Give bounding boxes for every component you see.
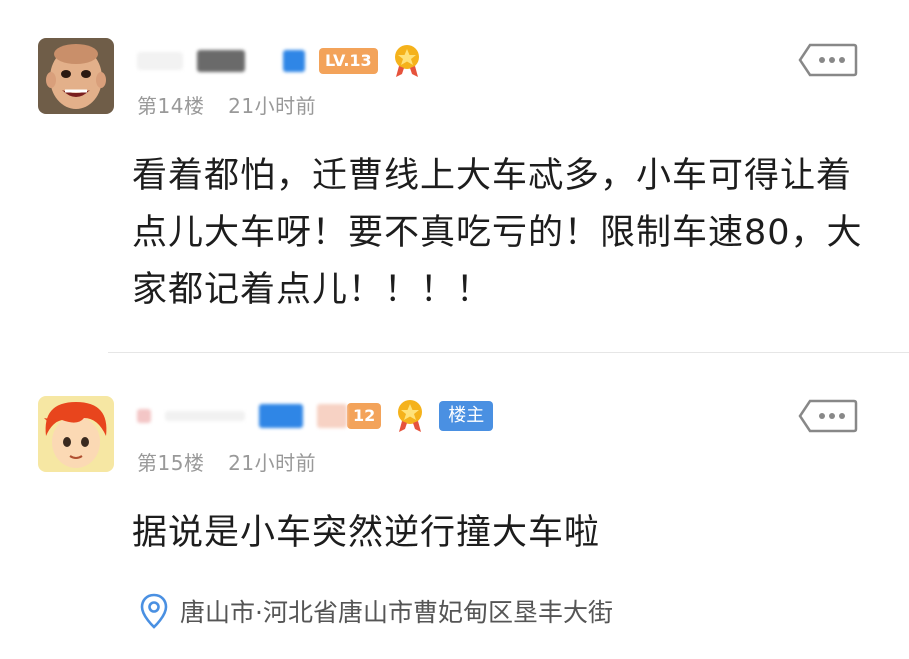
username-redacted[interactable] [137, 52, 183, 70]
post-meta: 第15楼 21小时前 [137, 447, 316, 476]
post-time: 21小时前 [228, 451, 317, 475]
more-icon [798, 43, 858, 77]
post-meta: 第14楼 21小时前 [137, 90, 316, 119]
avatar[interactable] [38, 38, 114, 114]
post-time: 21小时前 [228, 94, 317, 118]
avatar[interactable] [38, 396, 114, 472]
more-options-button[interactable] [798, 43, 858, 77]
location-text: 唐山市·河北省唐山市曹妃甸区垦丰大街 [180, 598, 613, 627]
comment-text: 据说是小车突然逆行撞大车啦 [132, 513, 601, 553]
username-redacted[interactable] [317, 404, 347, 428]
floor-number: 第15楼 [137, 451, 205, 475]
username-redacted[interactable] [259, 404, 303, 428]
owner-badge: 楼主 [439, 401, 494, 431]
user-info-line: 12 楼主 [137, 399, 494, 433]
avatar-image [38, 396, 114, 472]
location-pin-icon [140, 593, 168, 629]
level-badge: 12 [347, 403, 382, 429]
username-redacted[interactable] [283, 50, 305, 72]
location-tag[interactable]: 唐山市·河北省唐山市曹妃甸区垦丰大街 [140, 593, 613, 629]
level-badge: LV.13 [319, 48, 378, 74]
username-redacted[interactable] [197, 50, 245, 72]
comment-text: 看着都怕，迁曹线上大车忒多，小车可得让着点儿大车呀！要不真吃亏的！限制车速80，… [132, 156, 863, 310]
medal-icon [398, 400, 423, 432]
more-icon [798, 399, 858, 433]
medal-icon [394, 45, 419, 77]
username-redacted[interactable] [137, 409, 151, 423]
user-info-line: LV.13 [137, 44, 422, 78]
avatar-image [38, 38, 114, 114]
floor-number: 第14楼 [137, 94, 205, 118]
username-redacted[interactable] [165, 411, 245, 421]
more-options-button[interactable] [798, 399, 858, 433]
divider [108, 352, 909, 353]
